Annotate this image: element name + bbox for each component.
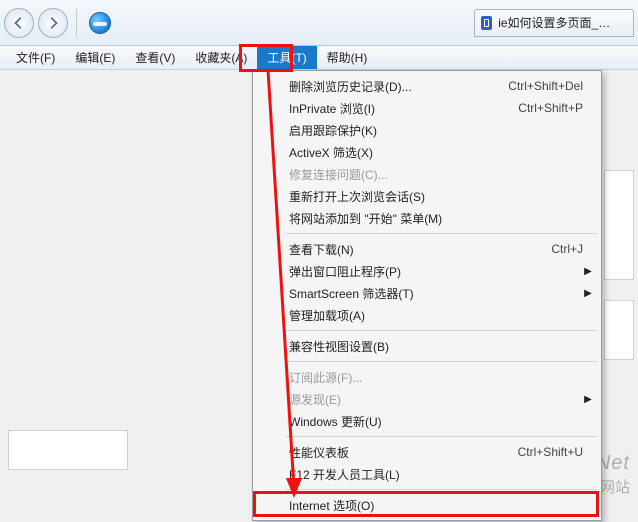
dropdown-icon-slot bbox=[257, 238, 283, 260]
menu-view[interactable]: 查看(V) bbox=[125, 46, 185, 69]
dropdown-item-label: ActiveX 筛选(X) bbox=[283, 144, 583, 161]
dropdown-item[interactable]: 启用跟踪保护(K) bbox=[255, 119, 599, 141]
dropdown-item-label: 兼容性视图设置(B) bbox=[283, 338, 583, 355]
dropdown-item[interactable]: 性能仪表板Ctrl+Shift+U bbox=[255, 441, 599, 463]
bg-block bbox=[604, 170, 634, 280]
submenu-arrow-icon: ▶ bbox=[583, 288, 593, 299]
dropdown-icon-slot bbox=[257, 366, 283, 388]
dropdown-icon-slot bbox=[257, 75, 283, 97]
dropdown-item[interactable]: 弹出窗口阻止程序(P)▶ bbox=[255, 260, 599, 282]
dropdown-icon-slot bbox=[257, 494, 283, 516]
dropdown-icon-slot bbox=[257, 410, 283, 432]
menu-file[interactable]: 文件(F) bbox=[6, 46, 65, 69]
dropdown-icon-slot bbox=[257, 207, 283, 229]
tools-dropdown: 删除浏览历史记录(D)...Ctrl+Shift+DelInPrivate 浏览… bbox=[252, 70, 602, 521]
forward-button[interactable] bbox=[38, 8, 68, 38]
dropdown-item[interactable]: SmartScreen 筛选器(T)▶ bbox=[255, 282, 599, 304]
dropdown-icon-slot bbox=[257, 335, 283, 357]
dropdown-icon-slot bbox=[257, 260, 283, 282]
dropdown-item-label: 弹出窗口阻止程序(P) bbox=[283, 263, 583, 280]
dropdown-separator bbox=[285, 489, 597, 490]
arrow-left-icon bbox=[12, 16, 26, 30]
dropdown-item-label: 订阅此源(F)... bbox=[283, 369, 583, 386]
dropdown-icon-slot bbox=[257, 163, 283, 185]
back-button[interactable] bbox=[4, 8, 34, 38]
dropdown-item-label: 删除浏览历史记录(D)... bbox=[283, 78, 498, 95]
dropdown-item[interactable]: 查看下载(N)Ctrl+J bbox=[255, 238, 599, 260]
dropdown-item-label: Windows 更新(U) bbox=[283, 413, 583, 430]
dropdown-separator bbox=[285, 436, 597, 437]
dropdown-icon-slot bbox=[257, 97, 283, 119]
dropdown-icon-slot bbox=[257, 388, 283, 410]
dropdown-item-label: 修复连接问题(C)... bbox=[283, 166, 583, 183]
dropdown-item-label: 启用跟踪保护(K) bbox=[283, 122, 583, 139]
dropdown-item-shortcut: Ctrl+Shift+U bbox=[508, 445, 583, 459]
submenu-arrow-icon: ▶ bbox=[583, 266, 593, 277]
dropdown-item-label: 查看下载(N) bbox=[283, 241, 541, 258]
dropdown-item: 修复连接问题(C)... bbox=[255, 163, 599, 185]
titlebar: ie如何设置多页面_百度搜... bbox=[0, 0, 638, 46]
dropdown-item[interactable]: Internet 选项(O) bbox=[255, 494, 599, 516]
dropdown-item: 源发现(E)▶ bbox=[255, 388, 599, 410]
dropdown-item[interactable]: F12 开发人员工具(L) bbox=[255, 463, 599, 485]
menu-edit[interactable]: 编辑(E) bbox=[65, 46, 125, 69]
menu-tools[interactable]: 工具(T) bbox=[257, 46, 316, 69]
dropdown-icon-slot bbox=[257, 119, 283, 141]
dropdown-item-label: SmartScreen 筛选器(T) bbox=[283, 285, 583, 302]
dropdown-item-shortcut: Ctrl+Shift+Del bbox=[498, 79, 583, 93]
dropdown-item[interactable]: ActiveX 筛选(X) bbox=[255, 141, 599, 163]
bg-block bbox=[8, 430, 128, 470]
dropdown-item-label: InPrivate 浏览(I) bbox=[283, 100, 508, 117]
dropdown-item[interactable]: 管理加载项(A) bbox=[255, 304, 599, 326]
dropdown-item-label: F12 开发人员工具(L) bbox=[283, 466, 583, 483]
dropdown-item: 订阅此源(F)... bbox=[255, 366, 599, 388]
menu-favorites[interactable]: 收藏夹(A) bbox=[185, 46, 257, 69]
dropdown-item-label: 将网站添加到 "开始" 菜单(M) bbox=[283, 210, 583, 227]
dropdown-icon-slot bbox=[257, 141, 283, 163]
dropdown-item[interactable]: 删除浏览历史记录(D)...Ctrl+Shift+Del bbox=[255, 75, 599, 97]
dropdown-item-shortcut: Ctrl+J bbox=[541, 242, 583, 256]
dropdown-separator bbox=[285, 361, 597, 362]
dropdown-separator bbox=[285, 330, 597, 331]
bg-block bbox=[604, 300, 634, 360]
dropdown-separator bbox=[285, 233, 597, 234]
menu-help[interactable]: 帮助(H) bbox=[317, 46, 378, 69]
dropdown-icon-slot bbox=[257, 304, 283, 326]
menubar: 文件(F) 编辑(E) 查看(V) 收藏夹(A) 工具(T) 帮助(H) bbox=[0, 46, 638, 70]
dropdown-item[interactable]: Windows 更新(U) bbox=[255, 410, 599, 432]
favicon-icon bbox=[481, 16, 492, 30]
dropdown-icon-slot bbox=[257, 282, 283, 304]
dropdown-item[interactable]: InPrivate 浏览(I)Ctrl+Shift+P bbox=[255, 97, 599, 119]
dropdown-item[interactable]: 将网站添加到 "开始" 菜单(M) bbox=[255, 207, 599, 229]
browser-tab[interactable]: ie如何设置多页面_百度搜... bbox=[474, 9, 634, 37]
ie-logo-icon bbox=[89, 12, 111, 34]
dropdown-icon-slot bbox=[257, 185, 283, 207]
arrow-right-icon bbox=[46, 16, 60, 30]
tab-title: ie如何设置多页面_百度搜... bbox=[498, 14, 615, 31]
dropdown-icon-slot bbox=[257, 463, 283, 485]
dropdown-item-shortcut: Ctrl+Shift+P bbox=[508, 101, 583, 115]
dropdown-item[interactable]: 重新打开上次浏览会话(S) bbox=[255, 185, 599, 207]
dropdown-item-label: 性能仪表板 bbox=[283, 444, 508, 461]
dropdown-item-label: 管理加载项(A) bbox=[283, 307, 583, 324]
dropdown-item-label: Internet 选项(O) bbox=[283, 497, 583, 514]
dropdown-icon-slot bbox=[257, 441, 283, 463]
dropdown-item[interactable]: 兼容性视图设置(B) bbox=[255, 335, 599, 357]
separator bbox=[76, 9, 77, 37]
dropdown-item-label: 重新打开上次浏览会话(S) bbox=[283, 188, 583, 205]
submenu-arrow-icon: ▶ bbox=[583, 394, 593, 405]
dropdown-item-label: 源发现(E) bbox=[283, 391, 583, 408]
